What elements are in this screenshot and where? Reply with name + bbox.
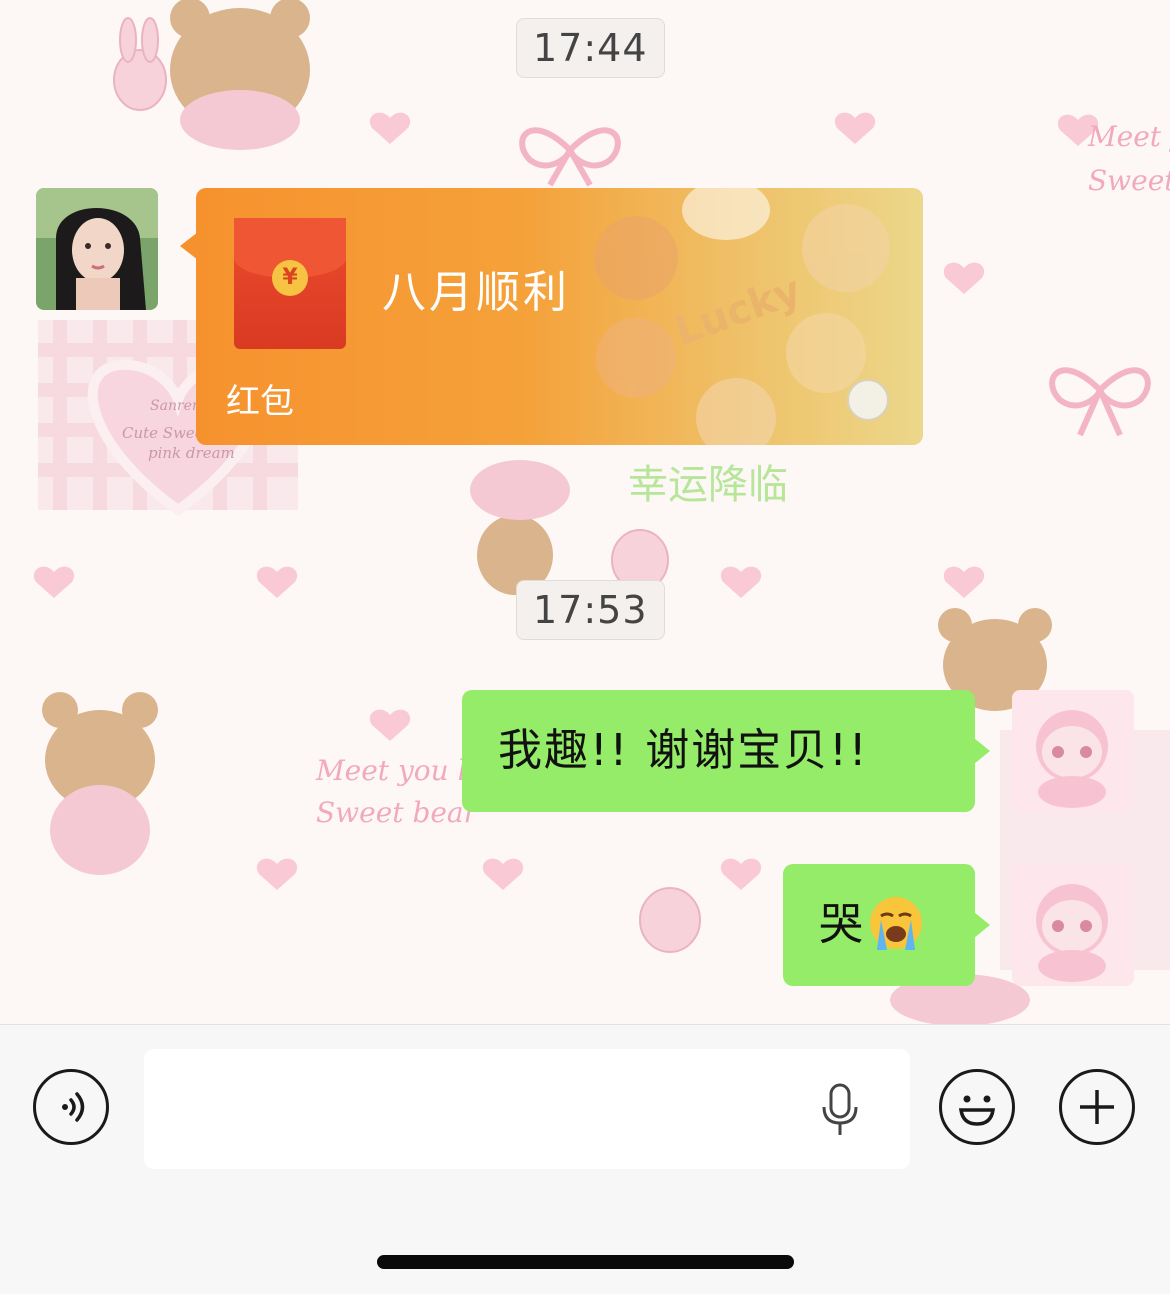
svg-text:pink dream: pink dream [148, 444, 235, 462]
home-indicator[interactable] [377, 1255, 794, 1269]
avatar-image [1012, 864, 1134, 986]
svg-text:Sweet bear: Sweet bear [316, 796, 479, 829]
my-avatar[interactable] [1012, 864, 1134, 986]
contact-avatar[interactable] [36, 188, 158, 310]
plus-icon [1080, 1090, 1114, 1124]
message-bubble[interactable]: 哭 [783, 864, 975, 986]
timestamp: 17:53 [516, 580, 665, 640]
svg-text:幸运降临: 幸运降临 [628, 462, 788, 508]
message-bubble[interactable]: 我趣!! 谢谢宝贝!! [462, 690, 975, 812]
red-envelope-icon: ¥ [234, 218, 346, 349]
red-packet-label: 红包 [226, 382, 294, 422]
svg-text:Sanren: Sanren [150, 398, 201, 414]
timestamp: 17:44 [516, 18, 665, 78]
smiley-icon [958, 1095, 996, 1126]
coin-icon: ¥ [272, 260, 308, 296]
voice-waves-icon [62, 1092, 85, 1122]
lucky-sticker-art: Lucky [594, 188, 890, 445]
red-packet-card[interactable]: Lucky ¥ 八月顺利 红包 [196, 188, 923, 445]
svg-text:Meet y: Meet y [1087, 120, 1170, 153]
message-text: 我趣!! 谢谢宝贝!! [498, 725, 869, 776]
message-text: 哭 [819, 899, 863, 950]
bubble-tail [974, 738, 990, 764]
avatar-photo [36, 188, 158, 310]
wallpaper-art: Meet you like Sweet bear Meet y Sweet b … [33, 0, 1170, 1024]
bubble-tail [974, 912, 990, 938]
svg-text:Lucky: Lucky [669, 267, 807, 355]
emoji-button[interactable] [939, 1069, 1015, 1145]
chat-input-bar [0, 1024, 1170, 1294]
red-packet-title: 八月顺利 [382, 267, 570, 318]
svg-text:Sweet b: Sweet b [1088, 164, 1170, 197]
loudly-crying-face-icon [870, 897, 922, 950]
message-input[interactable] [144, 1049, 910, 1169]
my-avatar[interactable] [1012, 690, 1134, 812]
microphone-icon[interactable] [818, 1083, 862, 1137]
avatar-image [1012, 690, 1134, 812]
voice-button[interactable] [33, 1069, 109, 1145]
more-button[interactable] [1059, 1069, 1135, 1145]
chat-wallpaper: Meet you like Sweet bear Meet y Sweet b … [0, 0, 1170, 1024]
